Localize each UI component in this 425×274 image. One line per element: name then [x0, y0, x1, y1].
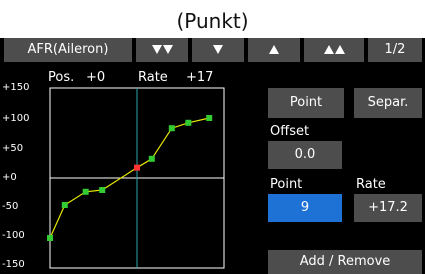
graph-layer [47, 87, 225, 269]
curve-graph[interactable] [0, 0, 425, 270]
y-label-0: +0 [2, 172, 17, 183]
offset-value-field[interactable]: 0.0 [268, 141, 342, 169]
curve-point [206, 115, 213, 121]
y-label-m150: -150 [2, 259, 25, 270]
selected-curve-point [134, 164, 140, 171]
add-remove-button[interactable]: Add / Remove [268, 250, 422, 274]
curve-point [82, 188, 89, 195]
curve-point [61, 202, 68, 208]
y-label-p150: +150 [2, 82, 30, 93]
pos-value: +0 [86, 70, 106, 85]
point-number-field[interactable]: 9 [268, 194, 342, 222]
y-label-p100: +100 [2, 113, 30, 124]
y-label-p50: +50 [2, 143, 24, 154]
curve-point [185, 119, 192, 126]
rate-label: Rate [356, 177, 386, 192]
offset-label: Offset [270, 124, 310, 139]
curve-point [99, 187, 106, 193]
point-button[interactable]: Point [268, 88, 344, 118]
point-label: Point [270, 177, 303, 192]
separ-button[interactable]: Separ. [354, 88, 422, 118]
rate-header-value: +17 [186, 70, 214, 85]
rate-value-field[interactable]: +17.2 [354, 194, 422, 222]
curve-point [148, 155, 155, 162]
curve-point [47, 235, 53, 241]
curve-point [168, 125, 175, 132]
pos-label: Pos. [48, 70, 75, 85]
y-label-m50: -50 [2, 201, 19, 212]
rate-header-label: Rate [138, 70, 168, 85]
y-label-m100: -100 [2, 230, 25, 241]
